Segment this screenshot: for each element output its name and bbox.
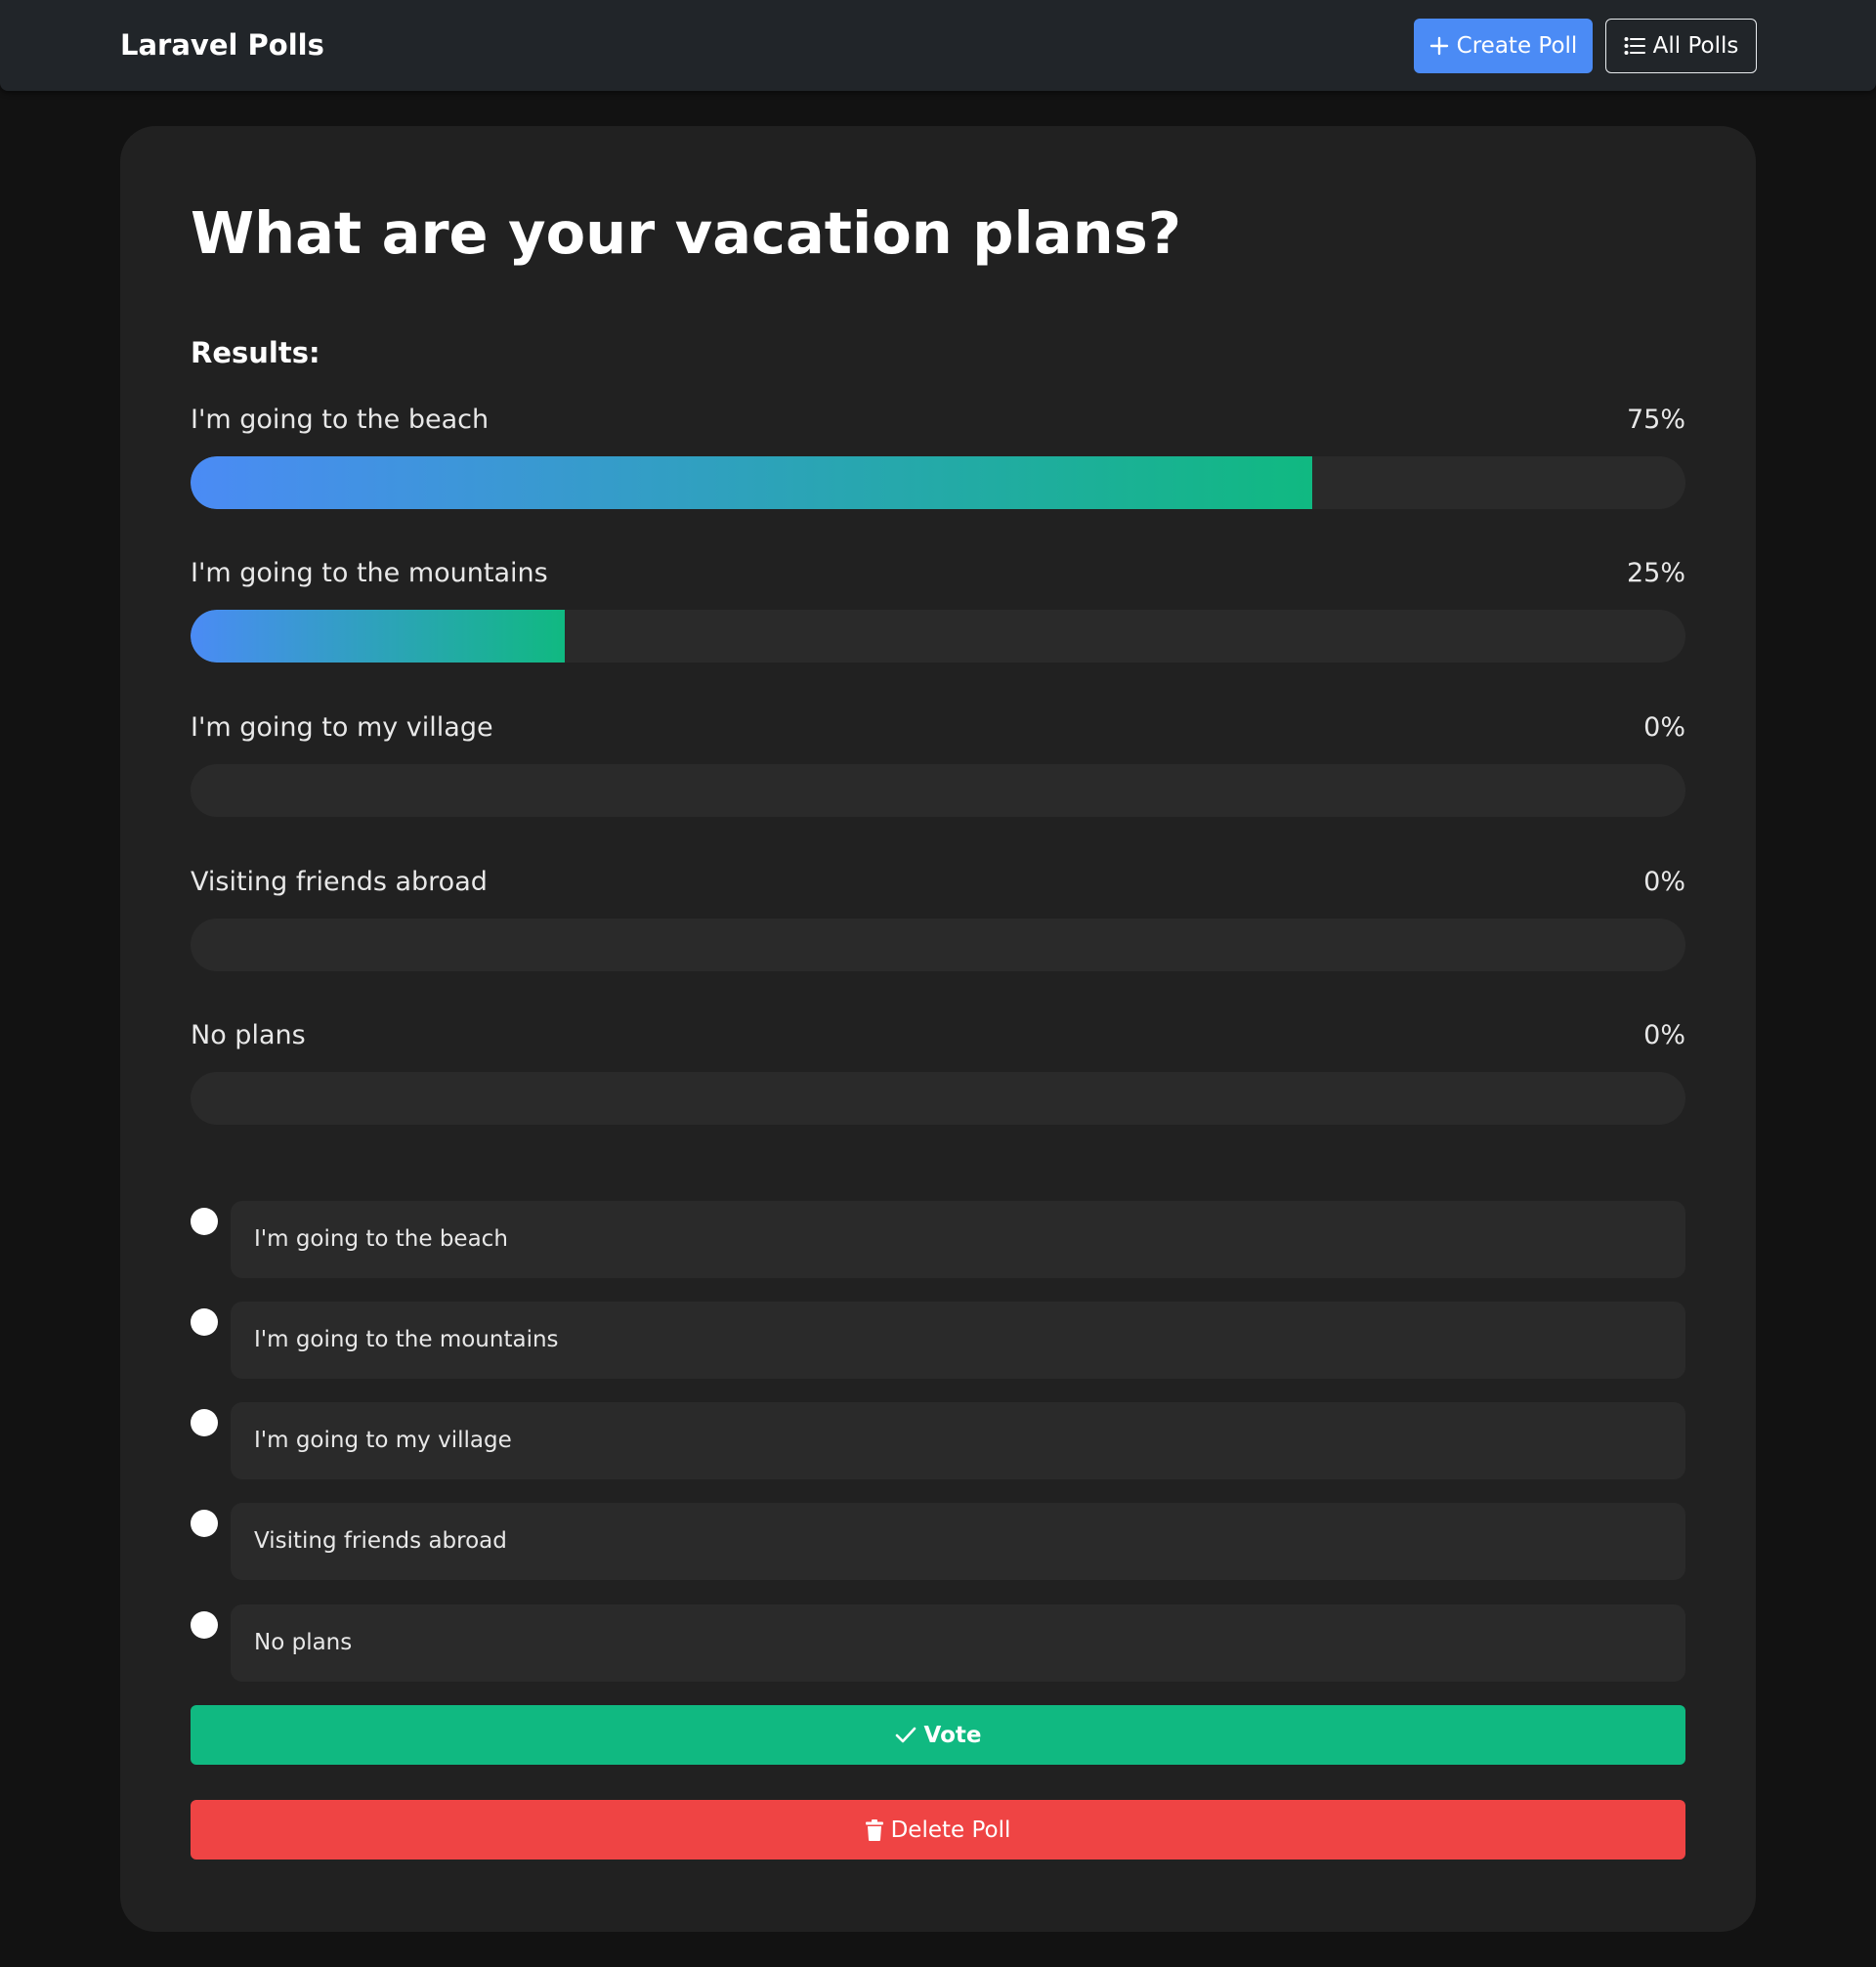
result-label: Visiting friends abroad (191, 867, 488, 897)
vote-option: I'm going to the mountains (191, 1302, 1685, 1379)
all-polls-label: All Polls (1652, 33, 1739, 59)
option-label: I'm going to my village (254, 1428, 512, 1453)
progress-track (191, 610, 1685, 663)
delete-label: Delete Poll (890, 1817, 1011, 1843)
progress-track (191, 456, 1685, 509)
option-radio[interactable] (191, 1510, 218, 1537)
create-poll-label: Create Poll (1456, 33, 1578, 59)
option-radio[interactable] (191, 1208, 218, 1235)
result-percent: 0% (1643, 1020, 1685, 1050)
option-box[interactable]: I'm going to the beach (231, 1201, 1685, 1278)
vote-option: I'm going to the beach (191, 1201, 1685, 1278)
option-label: I'm going to the beach (254, 1226, 508, 1252)
poll-title: What are your vacation plans? (191, 199, 1181, 267)
vote-option: I'm going to my village (191, 1402, 1685, 1479)
vote-option: Visiting friends abroad (191, 1503, 1685, 1580)
result-percent: 75% (1626, 405, 1685, 435)
progress-track (191, 1072, 1685, 1125)
result-item: No plans 0% (191, 1016, 1685, 1125)
progress-fill (191, 456, 1312, 509)
result-item: Visiting friends abroad 0% (191, 863, 1685, 971)
result-item: I'm going to the mountains 25% (191, 554, 1685, 663)
check-icon (895, 1727, 917, 1744)
option-radio[interactable] (191, 1308, 218, 1336)
vote-option: No plans (191, 1604, 1685, 1682)
vote-label: Vote (923, 1722, 982, 1748)
option-radio[interactable] (191, 1409, 218, 1436)
poll-card: What are your vacation plans? Results: I… (120, 126, 1756, 1932)
result-item: I'm going to the beach 75% (191, 401, 1685, 509)
result-label: No plans (191, 1020, 306, 1050)
result-item: I'm going to my village 0% (191, 708, 1685, 817)
list-icon (1624, 36, 1645, 56)
option-box[interactable]: No plans (231, 1604, 1685, 1682)
all-polls-button[interactable]: All Polls (1605, 19, 1757, 73)
progress-fill (191, 610, 565, 663)
result-label: I'm going to my village (191, 712, 493, 743)
option-label: No plans (254, 1630, 353, 1655)
result-label: I'm going to the mountains (191, 558, 548, 588)
create-poll-button[interactable]: Create Poll (1414, 19, 1593, 73)
delete-poll-button[interactable]: Delete Poll (191, 1800, 1685, 1860)
result-percent: 0% (1643, 712, 1685, 743)
result-label: I'm going to the beach (191, 405, 490, 435)
vote-button[interactable]: Vote (191, 1705, 1685, 1765)
option-label: Visiting friends abroad (254, 1528, 507, 1554)
result-percent: 25% (1626, 558, 1685, 588)
option-box[interactable]: I'm going to the mountains (231, 1302, 1685, 1379)
option-box[interactable]: I'm going to my village (231, 1402, 1685, 1479)
navbar: Laravel Polls Create Poll All Polls (0, 0, 1876, 91)
trash-icon (865, 1818, 883, 1841)
brand-logo[interactable]: Laravel Polls (120, 25, 324, 64)
option-radio[interactable] (191, 1611, 218, 1639)
plus-icon (1429, 36, 1449, 56)
option-box[interactable]: Visiting friends abroad (231, 1503, 1685, 1580)
results-heading: Results: (191, 336, 320, 369)
option-label: I'm going to the mountains (254, 1327, 559, 1352)
result-percent: 0% (1643, 867, 1685, 897)
progress-track (191, 764, 1685, 817)
progress-track (191, 919, 1685, 971)
